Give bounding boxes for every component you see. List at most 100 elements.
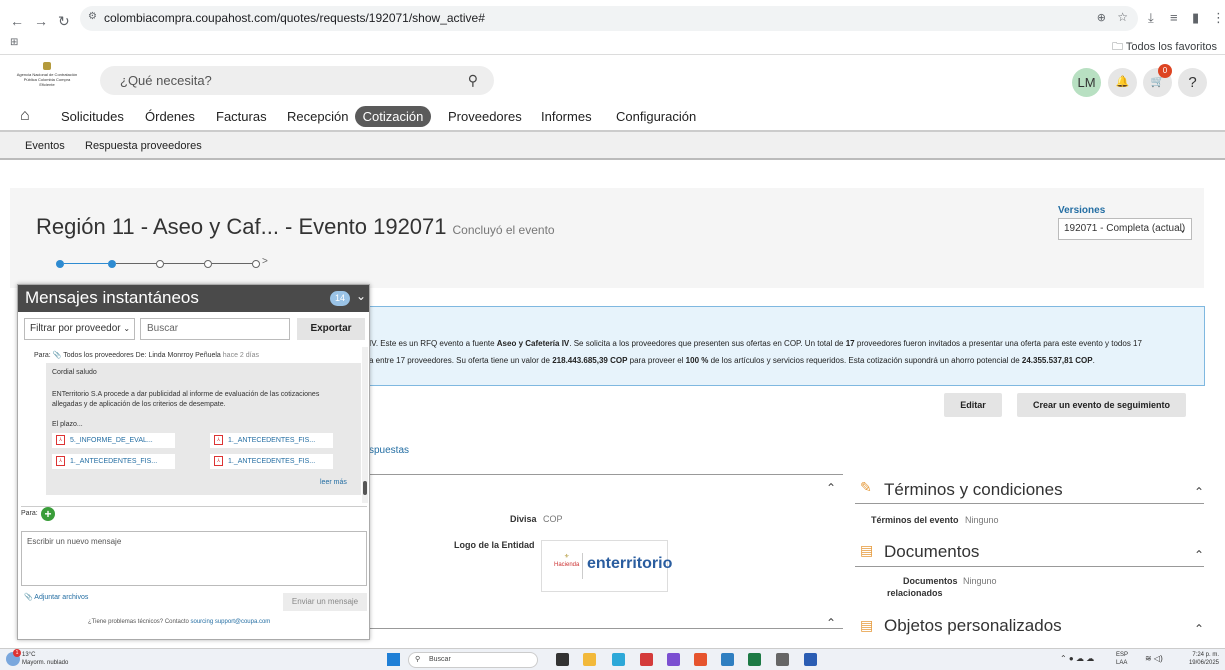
collapse-icon[interactable]: ⌃ bbox=[826, 616, 836, 630]
to-label: Para: bbox=[21, 510, 38, 517]
file-explorer-icon[interactable] bbox=[583, 653, 596, 666]
new-message-input[interactable]: Escribir un nuevo mensaje bbox=[21, 531, 367, 586]
address-bar[interactable]: ⚙ colombiacompra.coupahost.com/quotes/re… bbox=[80, 6, 1138, 31]
bookmark-star-icon[interactable]: ☆ bbox=[1117, 10, 1128, 24]
chevron-down-icon[interactable]: ⌄ bbox=[356, 289, 366, 303]
menu-icon[interactable]: ⋮ bbox=[1212, 10, 1225, 26]
tab-respuestas[interactable]: spuestas bbox=[369, 445, 409, 456]
hacienda-logo: ⚜ Hacienda bbox=[554, 554, 580, 568]
collapse-icon[interactable]: ⌃ bbox=[1194, 548, 1204, 562]
outlook-icon[interactable] bbox=[721, 653, 734, 666]
message-greeting: Cordial saludo bbox=[52, 369, 97, 376]
home-icon[interactable]: ⌂ bbox=[20, 107, 30, 125]
clock[interactable]: 7:24 p. m. 19/06/2025 bbox=[1189, 651, 1219, 667]
event-title: Región 11 - Aseo y Caf... - Evento 19207… bbox=[36, 214, 447, 239]
edge-icon[interactable] bbox=[612, 653, 625, 666]
export-button[interactable]: Exportar bbox=[297, 318, 365, 340]
chrome-icon[interactable] bbox=[694, 653, 707, 666]
nav-informes[interactable]: Informes bbox=[541, 109, 592, 124]
chat-header[interactable]: Mensajes instantáneos 14 ⌄ bbox=[18, 285, 369, 312]
search-input[interactable]: ¿Qué necesita? ⚲ bbox=[100, 66, 494, 95]
pdf-app-icon[interactable] bbox=[640, 653, 653, 666]
app-icon[interactable] bbox=[776, 653, 789, 666]
edit-button[interactable]: Editar bbox=[944, 393, 1002, 417]
language-indicator[interactable]: ESP LAA bbox=[1116, 651, 1128, 667]
divider bbox=[21, 506, 367, 507]
send-message-button[interactable]: Enviar un mensaje bbox=[283, 593, 367, 611]
message-body-2: allegadas y de aplicación de los criteri… bbox=[52, 401, 226, 408]
collapse-icon[interactable]: ⌃ bbox=[1194, 485, 1204, 499]
nav-ordenes[interactable]: Órdenes bbox=[145, 109, 195, 124]
attachment-link[interactable]: ⅄ 1._ANTECEDENTES_FIS... bbox=[52, 454, 175, 469]
support-text: ¿Tiene problemas técnicos? Contacto sour… bbox=[88, 619, 271, 625]
avatar[interactable]: LM bbox=[1072, 68, 1101, 97]
word-icon[interactable] bbox=[804, 653, 817, 666]
instant-messages-panel: Mensajes instantáneos 14 ⌄ Filtrar por p… bbox=[17, 284, 370, 640]
nav-solicitudes[interactable]: Solicitudes bbox=[61, 109, 124, 124]
message-list: Para: 📎 Todos los proveedores De: Linda … bbox=[24, 347, 361, 503]
message-meta: Para: 📎 Todos los proveedores De: Linda … bbox=[34, 352, 259, 359]
add-recipient-icon[interactable]: + bbox=[41, 507, 55, 521]
nav-facturas[interactable]: Facturas bbox=[216, 109, 267, 124]
excel-icon[interactable] bbox=[748, 653, 761, 666]
attachment-link[interactable]: ⅄ 1._ANTECEDENTES_FIS... bbox=[210, 454, 333, 469]
logo-divider bbox=[582, 553, 583, 579]
pdf-icon: ⅄ bbox=[56, 435, 65, 445]
help-icon[interactable]: ? bbox=[1178, 68, 1207, 97]
attachment-link[interactable]: ⅄ 5._INFORME_DE_EVAL... bbox=[52, 433, 175, 448]
all-bookmarks[interactable]: 🗀 Todos los favoritos bbox=[1112, 38, 1217, 57]
coat-of-arms-icon bbox=[43, 62, 51, 70]
terms-label: Términos del evento bbox=[871, 515, 959, 525]
media-icon[interactable]: ≡ bbox=[1170, 10, 1178, 25]
search-icon[interactable]: ⚲ bbox=[468, 72, 478, 89]
attach-files-link[interactable]: 📎 Adjuntar archivos bbox=[24, 593, 88, 601]
teams-icon[interactable] bbox=[667, 653, 680, 666]
pdf-icon: ⅄ bbox=[56, 456, 65, 466]
progress-step-2 bbox=[108, 260, 116, 268]
weather-widget[interactable]: 13°C Mayorm. nublado bbox=[22, 651, 68, 667]
collapse-icon[interactable]: ⌃ bbox=[1194, 622, 1204, 636]
page-title: Región 11 - Aseo y Caf... - Evento 19207… bbox=[36, 214, 555, 240]
reload-icon[interactable]: ↻ bbox=[58, 13, 70, 30]
pdf-icon: ⅄ bbox=[214, 435, 223, 445]
subnav-eventos[interactable]: Eventos bbox=[25, 140, 65, 152]
task-view-icon[interactable] bbox=[556, 653, 569, 666]
nav-proveedores[interactable]: Proveedores bbox=[448, 109, 522, 124]
nav-cotizacion[interactable]: Cotización bbox=[355, 106, 431, 127]
custom-objects-icon: ▤ bbox=[860, 617, 874, 633]
browser-chrome: ← → ↻ ⚙ colombiacompra.coupahost.com/quo… bbox=[0, 0, 1225, 55]
attachment-link[interactable]: ⅄ 1._ANTECEDENTES_FIS... bbox=[210, 433, 333, 448]
main-nav: ⌂ Solicitudes Órdenes Facturas Recepción… bbox=[0, 104, 1225, 130]
download-icon[interactable]: ⤓ bbox=[1148, 10, 1154, 26]
scrollbar-thumb[interactable] bbox=[363, 481, 367, 495]
event-status: Concluyó el evento bbox=[452, 223, 555, 237]
terms-icon: ✎ bbox=[860, 479, 872, 495]
supplier-filter-select[interactable]: Filtrar por proveedor ⌄ bbox=[24, 318, 135, 340]
notifications-icon[interactable]: 🔔 bbox=[1108, 68, 1137, 97]
scrollbar[interactable] bbox=[362, 347, 368, 503]
divider bbox=[370, 628, 843, 629]
event-summary: IV. Este es un RFQ evento a fuente Aseo … bbox=[355, 306, 1205, 386]
sub-nav: Eventos Respuesta proveedores bbox=[0, 130, 1225, 160]
read-more-link[interactable]: leer más bbox=[320, 479, 347, 486]
wifi-sound-icon[interactable]: ≋ ◁) bbox=[1145, 654, 1163, 663]
taskbar-search[interactable]: ⚲ Buscar bbox=[408, 652, 538, 668]
support-link[interactable]: sourcing support@coupa.com bbox=[191, 619, 271, 625]
create-follow-up-button[interactable]: Crear un evento de seguimiento bbox=[1017, 393, 1186, 417]
apps-icon[interactable]: ⊞ bbox=[10, 37, 18, 48]
forward-icon[interactable]: → bbox=[34, 13, 48, 29]
tray-icons[interactable]: ⌃ ● ☁ ☁ bbox=[1060, 654, 1094, 663]
entity-logo[interactable]: Agencia Nacional de Contratación Pública… bbox=[16, 62, 78, 92]
profile-icon[interactable]: ▮ bbox=[1192, 10, 1199, 26]
windows-start-icon[interactable] bbox=[387, 653, 400, 666]
subnav-respuesta-proveedores[interactable]: Respuesta proveedores bbox=[85, 140, 202, 152]
collapse-icon[interactable]: ⌃ bbox=[826, 481, 836, 495]
back-icon[interactable]: ← bbox=[10, 13, 24, 29]
zoom-icon[interactable]: ⊕ bbox=[1097, 11, 1106, 24]
version-select[interactable]: 192071 - Completa (actual) ⌄ bbox=[1058, 218, 1192, 240]
site-info-icon[interactable]: ⚙ bbox=[88, 11, 97, 22]
nav-recepcion[interactable]: Recepción bbox=[287, 109, 348, 124]
summary-line-2: a entre 17 proveedores. Su oferta tiene … bbox=[369, 356, 1095, 365]
nav-configuracion[interactable]: Configuración bbox=[616, 109, 696, 124]
chat-search-input[interactable]: Buscar bbox=[140, 318, 290, 340]
